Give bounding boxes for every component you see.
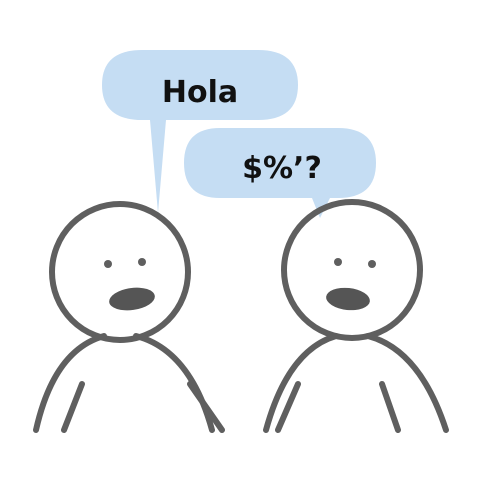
person-left-arm-left xyxy=(61,381,85,433)
person-right-eye-right xyxy=(368,260,376,268)
person-left xyxy=(33,201,225,433)
person-left-eye-left xyxy=(104,260,112,268)
person-right-mouth xyxy=(326,287,370,311)
person-right xyxy=(263,199,449,433)
person-left-arm-right xyxy=(187,381,225,433)
person-right-head xyxy=(281,199,423,341)
person-right-body xyxy=(263,333,449,433)
person-left-body xyxy=(33,333,215,433)
person-left-mouth xyxy=(109,287,155,311)
person-right-arm-right xyxy=(379,381,401,433)
speech-bubble-right-text: $%’? xyxy=(242,151,322,186)
person-right-eye-left xyxy=(334,258,342,266)
speech-bubble-left-text: Hola xyxy=(162,75,238,110)
conversation-scene: Hola $%’? xyxy=(33,50,449,433)
person-left-head xyxy=(49,201,191,343)
person-left-eye-right xyxy=(138,258,146,266)
